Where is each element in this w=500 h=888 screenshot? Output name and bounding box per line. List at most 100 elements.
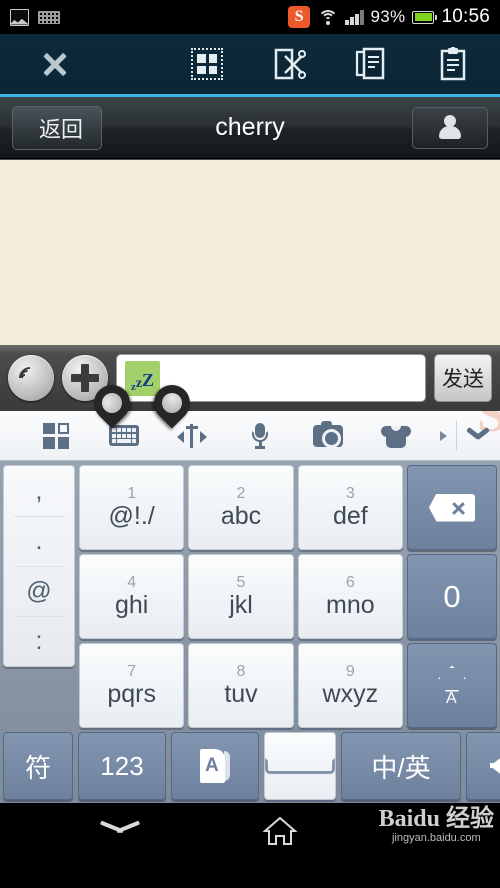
select-all-icon xyxy=(191,48,223,80)
cut-icon xyxy=(274,48,306,80)
camera-icon xyxy=(313,420,343,448)
chevron-down-icon xyxy=(467,430,489,442)
message-list[interactable] xyxy=(0,159,500,345)
text-edit-action-bar xyxy=(0,34,500,97)
title-bar: 返回 cherry xyxy=(0,97,500,159)
key-language-toggle[interactable]: 中/英 xyxy=(341,732,461,800)
key-5[interactable]: 5 jkl xyxy=(188,554,294,639)
status-bar: S 93% 10:56 xyxy=(0,0,500,34)
enter-icon xyxy=(490,752,500,780)
copy-icon xyxy=(355,47,385,80)
key-enter[interactable] xyxy=(466,732,500,800)
status-bar-right: S 93% 10:56 xyxy=(288,6,490,28)
ime-camera-button[interactable] xyxy=(294,420,362,448)
ime-toolbar: S xyxy=(0,411,500,461)
selection-handle-start[interactable] xyxy=(86,377,138,433)
keyboard: , . @ : 1 @!./ 2 abc 3 def 4 ghi 5 jkl 6… xyxy=(0,461,500,803)
contact-button[interactable] xyxy=(412,106,488,149)
select-all-button[interactable] xyxy=(179,38,235,90)
cut-button[interactable] xyxy=(261,38,317,90)
voice-button[interactable] xyxy=(8,355,54,401)
key-period[interactable]: . xyxy=(4,516,74,566)
close-icon xyxy=(41,50,69,78)
dictionary-icon: A xyxy=(200,749,230,783)
battery-percent: 93% xyxy=(370,7,406,26)
key-6[interactable]: 6 mno xyxy=(297,554,403,639)
key-3[interactable]: 3 def xyxy=(297,465,403,550)
phone-screen: S 93% 10:56 返回 cherry z z Z 发送 , . @: 1… xyxy=(0,0,500,888)
key-space[interactable] xyxy=(264,732,336,800)
nav-back-button[interactable] xyxy=(0,823,240,839)
battery-icon xyxy=(412,10,438,24)
key-5-number: 5 xyxy=(236,574,246,591)
person-icon xyxy=(439,114,461,141)
keyboard-row-3: 7 pqrs 8 tuv 9 wxyz A xyxy=(79,643,497,728)
paste-icon xyxy=(440,47,466,81)
message-input-bar: z z Z 发送 xyxy=(0,345,500,411)
keyboard-keys: 1 @!./ 2 abc 3 def 4 ghi 5 jkl 6 mno 0 7… xyxy=(79,465,497,728)
chevron-down-icon xyxy=(100,823,140,839)
watermark-sub: jingyan.baidu.com xyxy=(391,832,481,844)
signal-icon xyxy=(345,9,364,25)
key-comma[interactable]: , xyxy=(4,466,74,516)
chevron-right-icon xyxy=(439,430,447,441)
key-2-letters: abc xyxy=(220,502,262,530)
dictionary-letter: A xyxy=(205,755,219,776)
back-button[interactable]: 返回 xyxy=(12,105,103,150)
key-3-letters: def xyxy=(332,502,368,530)
key-2-number: 2 xyxy=(236,485,246,502)
nav-home-button[interactable] xyxy=(240,816,320,846)
copy-button[interactable] xyxy=(343,38,399,90)
ime-more-button[interactable] xyxy=(430,430,456,441)
key-9[interactable]: 9 wxyz xyxy=(297,643,403,728)
edit-actions xyxy=(110,38,500,90)
key-7[interactable]: 7 pqrs xyxy=(79,643,185,728)
status-bar-left xyxy=(10,8,60,26)
key-1-number: 1 xyxy=(127,485,137,502)
gallery-icon xyxy=(10,8,29,26)
keyboard-row-1: 1 @!./ 2 abc 3 def xyxy=(79,465,497,550)
key-dictionary[interactable]: A xyxy=(171,732,259,800)
key-at[interactable]: @ xyxy=(4,566,74,616)
paste-button[interactable] xyxy=(425,38,481,90)
keyboard-bottom-row: 符 123 A 中/英 xyxy=(3,732,500,800)
apps-grid-icon xyxy=(43,422,69,449)
key-4-number: 4 xyxy=(127,574,137,591)
microphone-icon xyxy=(252,422,268,449)
key-7-number: 7 xyxy=(127,663,137,680)
ime-theme-button[interactable] xyxy=(362,424,430,448)
keyboard-main: , . @ : 1 @!./ 2 abc 3 def 4 ghi 5 jkl 6… xyxy=(3,465,497,728)
key-shift[interactable]: A xyxy=(406,643,497,728)
send-button[interactable]: 发送 xyxy=(434,354,492,402)
backspace-icon xyxy=(428,493,475,522)
key-language-label: 中/英 xyxy=(371,752,431,783)
key-1[interactable]: 1 @!./ xyxy=(79,465,185,550)
key-colon[interactable]: : xyxy=(4,616,74,666)
key-6-number: 6 xyxy=(345,574,355,591)
key-symbols[interactable]: 符 xyxy=(3,732,73,800)
selection-handle-end[interactable] xyxy=(146,377,198,433)
system-nav-bar: Baidu 经验 jingyan.baidu.com xyxy=(0,803,500,859)
key-9-number: 9 xyxy=(345,663,355,680)
key-0[interactable]: 0 xyxy=(406,554,497,639)
punctuation-key-column[interactable]: , . @ : xyxy=(3,465,75,667)
shift-icon: A xyxy=(435,665,469,706)
clock: 10:56 xyxy=(441,6,490,27)
key-4[interactable]: 4 ghi xyxy=(79,554,185,639)
key-7-letters: pqrs xyxy=(107,680,156,708)
key-numbers[interactable]: 123 xyxy=(78,732,166,800)
ime-toolbar-items xyxy=(0,420,456,449)
ime-apps-button[interactable] xyxy=(22,422,90,449)
close-edit-button[interactable] xyxy=(0,50,110,78)
key-2[interactable]: 2 abc xyxy=(188,465,294,550)
keyboard-icon xyxy=(38,10,60,24)
ime-voice-button[interactable] xyxy=(226,422,294,449)
send-button-label: 发送 xyxy=(442,368,484,391)
key-9-letters: wxyz xyxy=(322,680,379,708)
sogou-ime-icon: S xyxy=(288,6,311,28)
space-icon xyxy=(265,758,335,774)
hide-keyboard-button[interactable] xyxy=(457,430,500,442)
key-backspace[interactable] xyxy=(406,465,497,550)
back-button-label: 返回 xyxy=(39,116,84,142)
key-8[interactable]: 8 tuv xyxy=(188,643,294,728)
